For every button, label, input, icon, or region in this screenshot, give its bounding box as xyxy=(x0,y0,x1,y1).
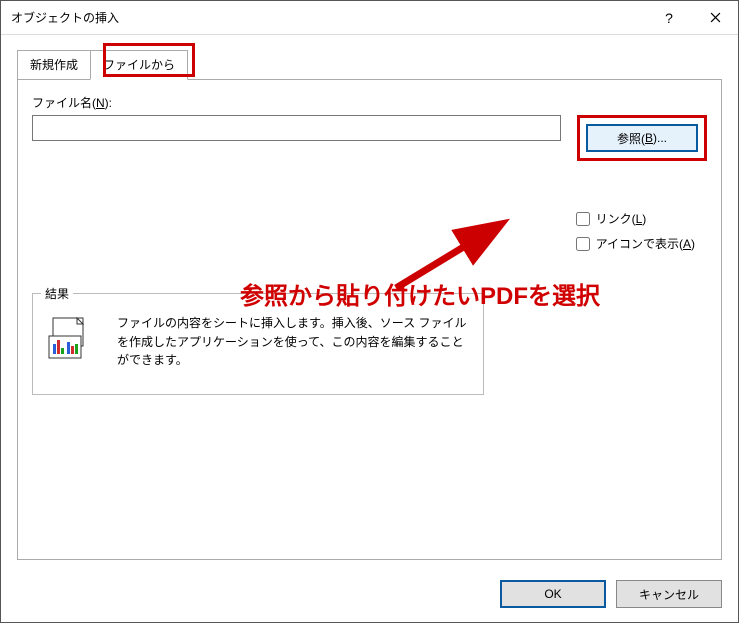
icon-checkbox-label: アイコンで表示(A) xyxy=(596,235,695,252)
tab-create-new[interactable]: 新規作成 xyxy=(17,50,91,80)
titlebar: オブジェクトの挿入 ? xyxy=(1,1,738,35)
icon-checkbox-row[interactable]: アイコンで表示(A) xyxy=(576,235,695,252)
embed-object-icon xyxy=(47,314,95,362)
tab-from-file[interactable]: ファイルから xyxy=(90,50,188,80)
annotation-text: 参照から貼り付けたいPDFを選択 xyxy=(240,276,600,311)
icon-checkbox[interactable] xyxy=(576,237,590,251)
titlebar-controls: ? xyxy=(646,1,738,34)
file-row: ファイル名(N): 参照(B)... xyxy=(32,94,707,161)
file-line: 参照(B)... xyxy=(32,115,707,161)
filename-input[interactable] xyxy=(32,115,561,141)
tab-strip: 新規作成 ファイルから xyxy=(17,49,722,79)
close-button[interactable] xyxy=(692,1,738,34)
window-title: オブジェクトの挿入 xyxy=(11,9,119,26)
checkbox-group: リンク(L) アイコンで表示(A) xyxy=(576,210,695,252)
result-body: ファイルの内容をシートに挿入します。挿入後、ソース ファイルを作成したアプリケー… xyxy=(47,314,469,370)
cancel-button[interactable]: キャンセル xyxy=(616,580,722,608)
browse-highlight: 参照(B)... xyxy=(577,115,707,161)
result-title: 結果 xyxy=(41,285,73,302)
close-icon xyxy=(710,12,721,23)
ok-button[interactable]: OK xyxy=(500,580,606,608)
link-checkbox[interactable] xyxy=(576,212,590,226)
content-area: 新規作成 ファイルから ファイル名(N): 参照(B)... リンク(L) xyxy=(1,35,738,570)
filename-label: ファイル名(N): xyxy=(32,94,707,111)
dialog-buttons: OK キャンセル xyxy=(1,570,738,622)
tab-panel: ファイル名(N): 参照(B)... リンク(L) アイコンで表示(A) xyxy=(17,79,722,560)
link-checkbox-label: リンク(L) xyxy=(596,210,647,227)
result-description: ファイルの内容をシートに挿入します。挿入後、ソース ファイルを作成したアプリケー… xyxy=(117,314,469,370)
help-button[interactable]: ? xyxy=(646,1,692,34)
result-icon xyxy=(47,314,95,365)
browse-button[interactable]: 参照(B)... xyxy=(586,124,698,152)
link-checkbox-row[interactable]: リンク(L) xyxy=(576,210,695,227)
